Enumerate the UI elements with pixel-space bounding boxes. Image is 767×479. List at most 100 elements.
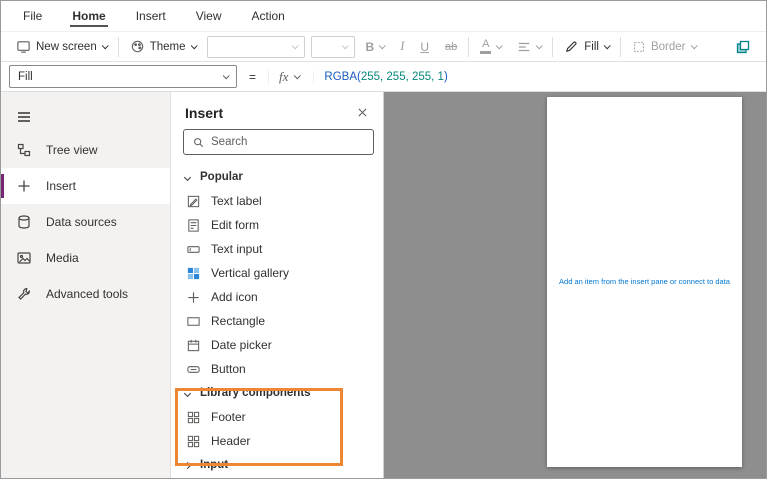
theme-button[interactable]: Theme xyxy=(125,36,201,57)
text-align-button[interactable] xyxy=(512,37,546,57)
formula-function: RGBA( xyxy=(324,71,360,83)
section-label: Input xyxy=(200,459,228,471)
underline-glyph: U xyxy=(420,40,429,54)
menu-insert[interactable]: Insert xyxy=(134,3,168,29)
chevron-down-icon xyxy=(496,42,503,49)
sidebar-item-advanced-tools[interactable]: Advanced tools xyxy=(1,276,170,312)
chevron-down-icon xyxy=(190,42,197,49)
insert-item-edit-form[interactable]: Edit form xyxy=(171,213,383,237)
border-button[interactable]: Border xyxy=(627,37,701,57)
text-label-icon xyxy=(185,193,201,209)
screen-artboard[interactable]: Add an item from the insert pane or conn… xyxy=(547,97,742,467)
wrench-icon xyxy=(16,286,32,302)
formula-input[interactable]: RGBA(255, 255, 255, 1) xyxy=(313,71,447,83)
search-input[interactable] xyxy=(211,136,365,148)
chevron-down-icon xyxy=(379,42,386,49)
screen-icon xyxy=(16,39,31,54)
powerapps-studio-window: File Home Insert View Action New screen … xyxy=(0,0,767,479)
toolbar-divider xyxy=(620,37,621,57)
bold-glyph: B xyxy=(366,40,375,54)
plus-icon xyxy=(185,289,201,305)
insert-item-vertical-gallery[interactable]: Vertical gallery xyxy=(171,261,383,285)
insert-item-label: Rectangle xyxy=(211,314,265,328)
formula-close-paren: ) xyxy=(444,71,448,83)
align-icon xyxy=(517,40,531,54)
insert-panel: Insert Popular xyxy=(171,92,384,478)
section-library-components[interactable]: Library components xyxy=(171,381,383,405)
plus-icon xyxy=(16,178,32,194)
strikethrough-icon: ab xyxy=(445,41,457,53)
overlapping-squares-icon xyxy=(735,39,751,55)
sidebar-collapse-button[interactable] xyxy=(1,102,170,132)
sidebar-item-label: Insert xyxy=(46,179,76,193)
bold-button[interactable]: B xyxy=(361,37,390,57)
duplicate-screen-button[interactable] xyxy=(730,36,756,58)
chevron-down-icon xyxy=(184,389,191,396)
sidebar-item-insert[interactable]: Insert xyxy=(1,168,170,204)
database-icon xyxy=(16,214,32,230)
sidebar-item-label: Media xyxy=(46,251,79,265)
search-box[interactable] xyxy=(183,129,374,155)
section-input[interactable]: Input xyxy=(171,453,383,477)
insert-item-label: Text input xyxy=(211,242,262,256)
chevron-down-icon xyxy=(690,42,697,49)
insert-item-label: Button xyxy=(211,362,246,376)
insert-item-label: Date picker xyxy=(211,338,272,352)
insert-item-button[interactable]: Button xyxy=(171,357,383,381)
fill-pencil-icon xyxy=(564,39,579,54)
italic-button[interactable]: I xyxy=(395,36,409,57)
property-selector[interactable]: Fill xyxy=(9,65,237,88)
content-area: Tree view Insert Data sources Media xyxy=(1,92,766,478)
insert-item-label: Vertical gallery xyxy=(211,266,289,280)
sidebar-item-tree-view[interactable]: Tree view xyxy=(1,132,170,168)
menu-view[interactable]: View xyxy=(194,3,224,29)
toolbar-divider xyxy=(118,37,119,57)
chevron-down-icon xyxy=(223,72,230,79)
calendar-icon xyxy=(185,337,201,353)
section-label: Library components xyxy=(200,387,311,399)
insert-item-text-label[interactable]: Text label xyxy=(171,189,383,213)
close-panel-button[interactable] xyxy=(354,104,371,121)
menu-action[interactable]: Action xyxy=(250,3,287,29)
chevron-down-icon xyxy=(536,42,543,49)
formula-arguments: 255, 255, 255, 1 xyxy=(361,71,444,83)
section-label: Popular xyxy=(200,171,243,183)
component-icon xyxy=(185,433,201,449)
insert-item-date-picker[interactable]: Date picker xyxy=(171,333,383,357)
panel-title: Insert xyxy=(185,105,223,121)
font-color-button[interactable]: A xyxy=(475,36,506,57)
chevron-down-icon xyxy=(294,72,301,79)
underline-button[interactable]: U xyxy=(415,37,434,57)
sidebar-item-label: Advanced tools xyxy=(46,287,128,301)
font-color-icon: A xyxy=(480,39,491,54)
insert-item-header[interactable]: Header xyxy=(171,429,383,453)
fx-dropdown[interactable]: fx xyxy=(268,69,305,85)
chevron-down-icon xyxy=(604,42,611,49)
font-size-select[interactable] xyxy=(311,36,355,58)
component-icon xyxy=(185,409,201,425)
canvas-area[interactable]: Add an item from the insert pane or conn… xyxy=(384,92,766,478)
sidebar-item-data-sources[interactable]: Data sources xyxy=(1,204,170,240)
insert-item-footer[interactable]: Footer xyxy=(171,405,383,429)
font-family-select[interactable] xyxy=(207,36,305,58)
sidebar-item-label: Tree view xyxy=(46,143,98,157)
insert-panel-header: Insert xyxy=(171,92,383,129)
theme-icon xyxy=(130,39,145,54)
canvas-placeholder-text[interactable]: Add an item from the insert pane or conn… xyxy=(559,276,730,287)
border-label: Border xyxy=(651,41,686,53)
insert-item-text-input[interactable]: Text input xyxy=(171,237,383,261)
chevron-down-icon xyxy=(101,42,108,49)
theme-label: Theme xyxy=(150,41,186,53)
insert-item-rectangle[interactable]: Rectangle xyxy=(171,309,383,333)
menu-file[interactable]: File xyxy=(21,3,44,29)
section-popular[interactable]: Popular xyxy=(171,165,383,189)
sidebar-item-media[interactable]: Media xyxy=(1,240,170,276)
new-screen-label: New screen xyxy=(36,41,97,53)
menu-home[interactable]: Home xyxy=(70,3,107,29)
fill-button[interactable]: Fill xyxy=(559,36,614,57)
insert-item-add-icon[interactable]: Add icon xyxy=(171,285,383,309)
new-screen-button[interactable]: New screen xyxy=(11,36,112,57)
toolbar-divider xyxy=(468,37,469,57)
strikethrough-button[interactable]: ab xyxy=(440,38,462,56)
button-icon xyxy=(185,361,201,377)
